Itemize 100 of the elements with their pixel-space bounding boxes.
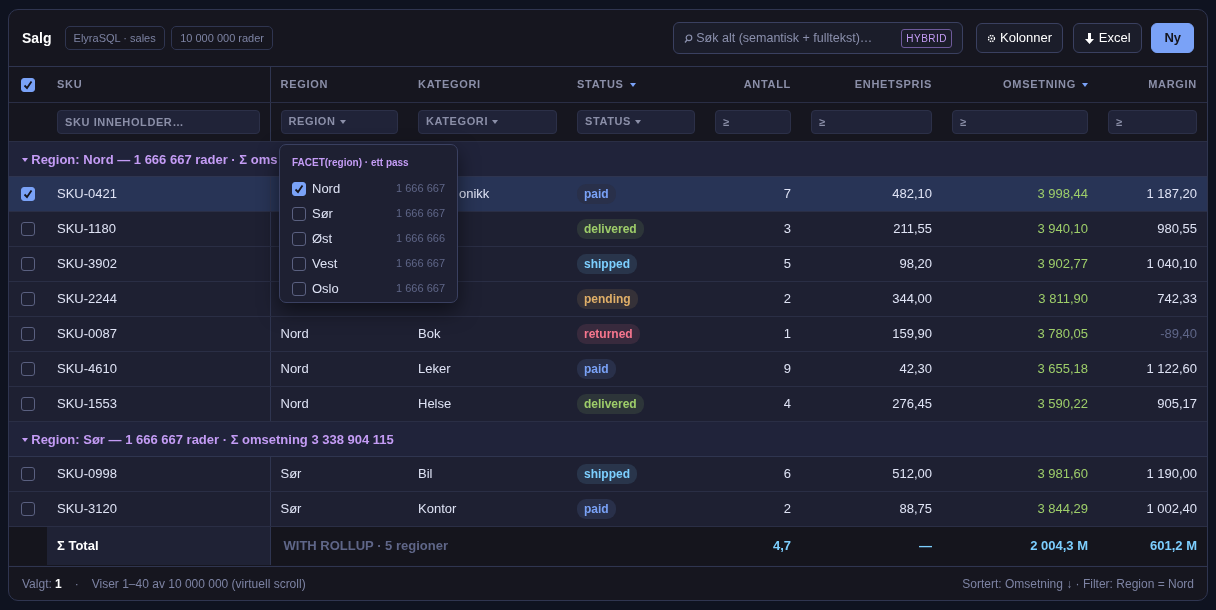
table-cell: Nord bbox=[280, 360, 309, 376]
checkbox[interactable] bbox=[21, 78, 35, 93]
column-header[interactable]: ENHETSPRIS bbox=[854, 78, 932, 90]
group-header[interactable]: Region: Nord — 1 666 667 rader · Σ oms bbox=[22, 149, 278, 170]
checkbox[interactable] bbox=[21, 222, 35, 237]
table-cell: 512,00 bbox=[892, 465, 932, 481]
checkbox[interactable] bbox=[21, 187, 35, 202]
total-label: Σ Total bbox=[57, 538, 99, 553]
checkbox[interactable] bbox=[21, 257, 35, 272]
table-cell: 6 bbox=[783, 465, 791, 481]
filter-dropdown[interactable]: STATUS bbox=[577, 109, 695, 134]
table-cell: 7 bbox=[783, 185, 791, 201]
table-cell: -89,40 bbox=[1160, 325, 1197, 341]
filter-field[interactable]: ≥ bbox=[1108, 109, 1197, 134]
columns-button[interactable]: Kolonner bbox=[976, 23, 1064, 53]
facet-option[interactable]: Øst bbox=[312, 228, 333, 249]
download-icon bbox=[1083, 31, 1095, 45]
table-cell: Bok bbox=[418, 325, 441, 341]
column-header[interactable]: REGION bbox=[280, 78, 329, 90]
status-badge: paid bbox=[577, 358, 616, 379]
table-cell: Helse bbox=[418, 395, 452, 411]
popup-title: FACET(region) · ett pass bbox=[292, 156, 410, 170]
sort-icon bbox=[1082, 83, 1088, 88]
table-cell: 3 981,60 bbox=[1037, 465, 1088, 481]
filter-field[interactable]: ≥ bbox=[811, 109, 932, 134]
facet-count: 1 666 667 bbox=[396, 181, 445, 197]
total-value: 2 004,3 M bbox=[1030, 538, 1088, 553]
table-cell: 211,55 bbox=[893, 220, 932, 236]
filter-dropdown[interactable]: REGION bbox=[280, 109, 398, 134]
table-cell: 3 780,05 bbox=[1037, 325, 1088, 341]
table-cell: 98,20 bbox=[899, 255, 932, 271]
search-box[interactable]: Søk alt (semantisk + fulltekst)… HYBRID bbox=[673, 22, 964, 54]
checkbox[interactable] bbox=[292, 231, 306, 246]
checkbox[interactable] bbox=[21, 362, 35, 377]
mode-tag: HYBRID bbox=[901, 28, 953, 48]
checkbox[interactable] bbox=[21, 502, 35, 517]
status-badge: paid bbox=[577, 498, 616, 519]
filter-field[interactable]: ≥ bbox=[715, 109, 791, 134]
table-cell: Nord bbox=[280, 395, 309, 411]
checkbox[interactable] bbox=[21, 327, 35, 342]
separator: · bbox=[74, 575, 79, 593]
filter-field[interactable]: ≥ bbox=[952, 109, 1088, 134]
checkbox[interactable] bbox=[292, 181, 306, 196]
status-badge: shipped bbox=[577, 463, 637, 484]
table-cell: 980,55 bbox=[1157, 220, 1197, 236]
column-header[interactable]: STATUS bbox=[577, 78, 624, 90]
export-button[interactable]: Excel bbox=[1072, 23, 1142, 53]
check-icon bbox=[23, 80, 33, 91]
table-cell: 3 bbox=[783, 220, 791, 236]
checkbox[interactable] bbox=[21, 467, 35, 482]
table-cell: 2 bbox=[783, 290, 791, 306]
table-cell: 88,75 bbox=[899, 500, 932, 516]
filter-field[interactable]: SKU INNEHOLDER… bbox=[57, 109, 260, 134]
column-header[interactable]: ANTALL bbox=[743, 78, 791, 90]
table-cell: SKU-0421 bbox=[57, 185, 117, 201]
facet-count: 1 666 667 bbox=[396, 206, 445, 222]
checkbox[interactable] bbox=[292, 206, 306, 221]
status-badge: shipped bbox=[577, 253, 637, 274]
search-field[interactable]: Søk alt (semantisk + fulltekst)… bbox=[696, 28, 898, 48]
checkbox[interactable] bbox=[21, 292, 35, 307]
table-cell: 1 190,00 bbox=[1146, 465, 1197, 481]
checkbox[interactable] bbox=[292, 281, 306, 296]
table-cell: 2 bbox=[783, 500, 791, 516]
checkbox[interactable] bbox=[21, 397, 35, 412]
table-cell: 4 bbox=[783, 395, 791, 411]
status-badge: delivered bbox=[577, 393, 644, 414]
table-cell: Nord bbox=[280, 325, 309, 341]
status-text: Viser 1–40 av 10 000 000 (virtuell scroll) bbox=[91, 575, 306, 593]
facet-count: 1 666 667 bbox=[396, 281, 445, 297]
table-cell: 1 122,60 bbox=[1146, 360, 1197, 376]
table-cell: SKU-1553 bbox=[57, 395, 117, 411]
check-icon bbox=[294, 183, 304, 194]
total-value: — bbox=[919, 538, 932, 553]
facet-option[interactable]: Sør bbox=[312, 203, 333, 224]
filter-dropdown[interactable]: KATEGORI bbox=[418, 109, 557, 134]
checkbox[interactable] bbox=[292, 256, 306, 271]
table-cell: 1 002,40 bbox=[1146, 500, 1197, 516]
facet-option[interactable]: Nord bbox=[312, 178, 341, 199]
status-badge: paid bbox=[577, 183, 616, 204]
column-header[interactable]: OMSETNING bbox=[1003, 78, 1076, 90]
group-header[interactable]: Region: Sør — 1 666 667 rader · Σ omsetning 3 338 904 115 bbox=[22, 429, 394, 450]
table-cell: Kontor bbox=[418, 500, 457, 516]
table-cell: 1 187,20 bbox=[1146, 185, 1197, 201]
facet-count: 1 666 667 bbox=[396, 256, 445, 272]
status-badge: pending bbox=[577, 288, 638, 309]
facet-option[interactable]: Oslo bbox=[312, 278, 339, 299]
table-cell: 5 bbox=[783, 255, 791, 271]
table-cell: 3 844,29 bbox=[1037, 500, 1088, 516]
facet-count: 1 666 666 bbox=[396, 231, 445, 247]
column-header[interactable]: KATEGORI bbox=[418, 78, 481, 90]
column-header[interactable]: MARGIN bbox=[1148, 78, 1197, 90]
facet-option[interactable]: Vest bbox=[312, 253, 338, 274]
new-button[interactable]: Ny bbox=[1151, 23, 1194, 53]
status-summary: Sortert: Omsetning ↓ · Filter: Region = Nord bbox=[962, 575, 1194, 593]
rollup-note: WITH ROLLUP · 5 regioner bbox=[283, 538, 448, 553]
total-value: 4,7 bbox=[772, 538, 791, 553]
column-header[interactable]: SKU bbox=[57, 78, 83, 90]
table-cell: 42,30 bbox=[899, 360, 932, 376]
table-cell: 3 940,10 bbox=[1037, 220, 1088, 236]
table-cell: SKU-4610 bbox=[57, 360, 117, 376]
